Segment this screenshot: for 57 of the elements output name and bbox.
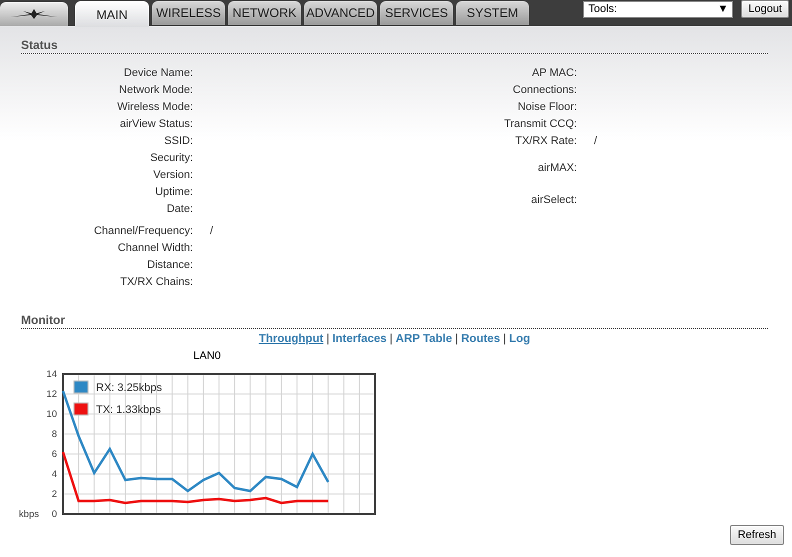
logo-tab[interactable] [0, 2, 68, 26]
field-label: Uptime: [154, 185, 193, 200]
tools-dropdown[interactable]: Tools: ▼ [583, 1, 734, 18]
section-title: Monitor [21, 311, 768, 329]
field-label: Version: [152, 168, 193, 183]
field-label: Security: [149, 151, 193, 166]
y-tick-label: 14 [46, 369, 57, 380]
tools-label: Tools: [588, 2, 618, 17]
field-label: Network Mode: [118, 83, 193, 98]
monitor-link[interactable]: Routes [461, 333, 500, 345]
y-tick-label: 12 [46, 389, 57, 400]
logout-button[interactable]: Logout [741, 0, 789, 18]
field-label: AP MAC: [530, 66, 577, 81]
field-label: TX/RX Rate: [514, 134, 577, 149]
y-tick-label: 0 [52, 509, 57, 520]
y-axis-unit: kbps [18, 509, 39, 520]
refresh-button[interactable]: Refresh [730, 525, 784, 545]
legend-label: TX: 1.33kbps [96, 404, 161, 416]
link-separator: | [325, 333, 330, 345]
link-separator: | [388, 333, 394, 345]
field-label: Wireless Mode: [116, 100, 193, 115]
link-separator: | [454, 333, 460, 345]
field-label: airView Status: [118, 117, 193, 132]
field-label: Device Name: [122, 66, 193, 81]
field-label: Date: [166, 202, 193, 217]
dropdown-arrow-icon: ▼ [717, 2, 728, 17]
field-label: Channel/Frequency: [92, 224, 193, 239]
nav-tab[interactable]: SERVICES [380, 1, 453, 25]
y-tick-label: 10 [46, 409, 57, 420]
chart-title: LAN0 [192, 350, 222, 364]
y-tick-label: 8 [52, 429, 57, 440]
legend-label: RX: 3.25kbps [96, 382, 162, 394]
y-tick-label: 2 [52, 489, 57, 500]
field-label: airSelect: [530, 193, 577, 208]
field-label: SSID: [163, 134, 193, 149]
field-label: airMAX: [536, 161, 577, 176]
field-label: Noise Floor: [516, 100, 577, 115]
nav-tab[interactable]: NETWORK [228, 1, 301, 25]
monitor-link[interactable]: Interfaces [332, 333, 387, 345]
field-label: Distance: [146, 258, 193, 273]
section-title: Status [21, 36, 768, 54]
monitor-link[interactable]: Log [509, 333, 530, 345]
field-label: Channel Width: [116, 241, 193, 256]
monitor-link[interactable]: ARP Table [396, 333, 452, 345]
nav-tab[interactable]: SYSTEM [456, 1, 529, 25]
monitor-link[interactable]: Throughput [258, 333, 324, 345]
field-label: TX/RX Chains: [119, 275, 193, 290]
nav-tab[interactable]: MAIN [75, 1, 149, 27]
field-value: / [593, 134, 598, 149]
nav-tab[interactable]: ADVANCED [304, 1, 377, 25]
field-value: / [209, 224, 214, 239]
link-separator: | [502, 333, 508, 345]
field-label: Connections: [512, 83, 577, 98]
nav-tab[interactable]: WIRELESS [152, 1, 225, 25]
y-tick-label: 4 [52, 469, 57, 480]
y-tick-label: 6 [52, 449, 57, 460]
field-label: Transmit CCQ: [503, 117, 577, 132]
